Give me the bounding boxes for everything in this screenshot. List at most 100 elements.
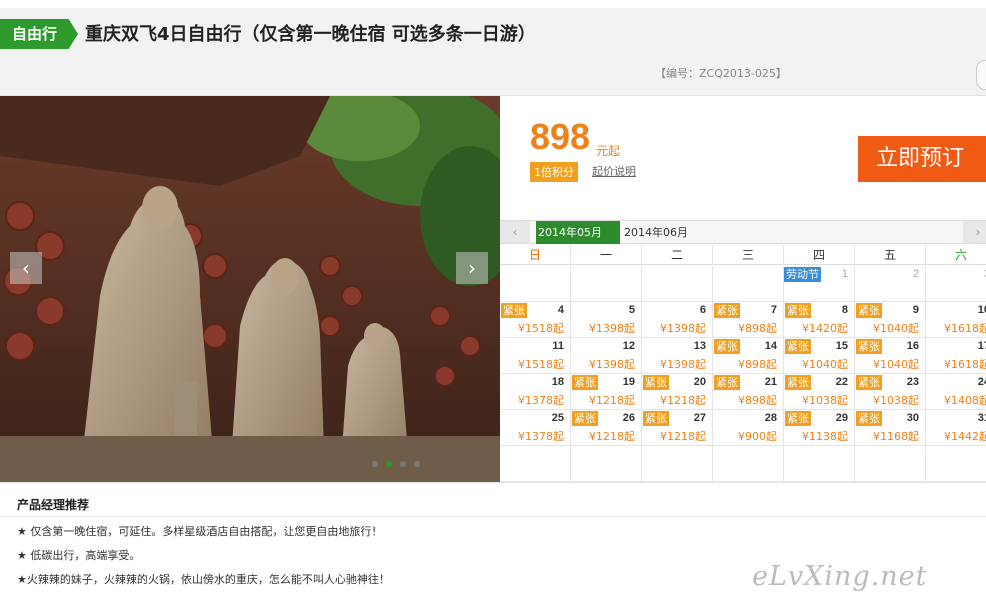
recommend-line: ★火辣辣的妹子，火辣辣的火锅，依山傍水的重庆，怎么能不叫人心驰神往！ — [17, 573, 390, 586]
calendar-day[interactable]: 紧张 19 ¥1218起 — [571, 374, 642, 410]
day-price: ¥898起 — [738, 322, 777, 335]
calendar-day[interactable]: 31 ¥1442起 — [926, 410, 986, 446]
tight-badge: 紧张 — [501, 303, 527, 318]
calendar-day[interactable]: 11 ¥1518起 — [500, 338, 571, 374]
day-number: 7 — [770, 304, 777, 316]
recommend-line: ★ 低碳出行，高端享受。 — [17, 549, 141, 562]
calendar-day[interactable]: 紧张 16 ¥1040起 — [855, 338, 926, 374]
calendar-day — [571, 446, 642, 482]
calendar-day — [713, 266, 784, 302]
calendar-day[interactable]: 紧张 9 ¥1040起 — [855, 302, 926, 338]
day-price: ¥1378起 — [518, 394, 564, 407]
day-price: ¥1398起 — [589, 358, 635, 371]
gallery-dots — [372, 461, 420, 467]
divider — [0, 516, 986, 517]
day-number: 17 — [977, 340, 986, 352]
book-now-button[interactable]: 立即预订 — [858, 136, 986, 182]
calendar-day[interactable]: 紧张 26 ¥1218起 — [571, 410, 642, 446]
calendar-day[interactable]: 24 ¥1408起 — [926, 374, 986, 410]
day-number: 23 — [906, 376, 919, 388]
day-number: 28 — [764, 412, 777, 424]
price-calendar: ‹ 2014年05月 2014年06月 › 日一二三四五六 劳动节123紧张4¥… — [500, 220, 986, 482]
calendar-day[interactable]: 5 ¥1398起 — [571, 302, 642, 338]
holiday-badge: 劳动节 — [784, 267, 821, 282]
points-badge: 1倍积分 — [530, 162, 578, 182]
calendar-day: 2 — [855, 266, 926, 302]
day-number: 14 — [764, 340, 777, 352]
price-note-link[interactable]: 起价说明 — [592, 163, 636, 179]
day-price: ¥1040起 — [873, 322, 919, 335]
day-price: ¥1398起 — [660, 358, 706, 371]
day-price: ¥898起 — [738, 358, 777, 371]
calendar-day[interactable]: 紧张 27 ¥1218起 — [642, 410, 713, 446]
day-price: ¥1420起 — [802, 322, 848, 335]
calendar-day[interactable]: 紧张 22 ¥1038起 — [784, 374, 855, 410]
day-price: ¥900起 — [738, 430, 777, 443]
gallery-prev-button[interactable]: ‹ — [10, 252, 42, 284]
calendar-day[interactable]: 紧张 29 ¥1138起 — [784, 410, 855, 446]
day-price: ¥1038起 — [802, 394, 848, 407]
calendar-day[interactable]: 紧张 30 ¥1168起 — [855, 410, 926, 446]
day-price: ¥1138起 — [802, 430, 848, 443]
weekday-label: 六 — [926, 245, 986, 265]
calendar-day — [642, 446, 713, 482]
calendar-day[interactable]: 13 ¥1398起 — [642, 338, 713, 374]
gallery-dot[interactable] — [372, 461, 378, 467]
calendar-grid: 劳动节123紧张4¥1518起5¥1398起6¥1398起紧张7¥898起紧张8… — [500, 266, 986, 483]
calendar-day[interactable]: 25 ¥1378起 — [500, 410, 571, 446]
weekday-label: 二 — [642, 245, 713, 265]
calendar-day — [500, 446, 571, 482]
tight-badge: 紧张 — [714, 339, 740, 354]
gallery-next-button[interactable]: › — [456, 252, 488, 284]
calendar-day[interactable]: 6 ¥1398起 — [642, 302, 713, 338]
gallery-dot[interactable] — [414, 461, 420, 467]
price-unit: 元起 — [596, 144, 621, 158]
calendar-day[interactable]: 12 ¥1398起 — [571, 338, 642, 374]
tab-month-may[interactable]: 2014年05月 — [536, 221, 620, 244]
calendar-day[interactable]: 紧张 4 ¥1518起 — [500, 302, 571, 338]
day-number: 30 — [906, 412, 919, 424]
calendar-next-icon[interactable]: › — [963, 221, 986, 243]
day-number: 9 — [912, 304, 919, 316]
day-price: ¥1442起 — [944, 430, 986, 443]
gallery-dot[interactable] — [386, 461, 392, 467]
calendar-day[interactable]: 28 ¥900起 — [713, 410, 784, 446]
calendar-day — [642, 266, 713, 302]
day-price: ¥1518起 — [518, 358, 564, 371]
tight-badge: 紧张 — [714, 375, 740, 390]
calendar-day[interactable]: 紧张 20 ¥1218起 — [642, 374, 713, 410]
day-number: 16 — [906, 340, 919, 352]
calendar-day[interactable]: 紧张 8 ¥1420起 — [784, 302, 855, 338]
calendar-day[interactable]: 紧张 23 ¥1038起 — [855, 374, 926, 410]
day-price: ¥1398起 — [589, 322, 635, 335]
calendar-day[interactable]: 紧张 21 ¥898起 — [713, 374, 784, 410]
tight-badge: 紧张 — [785, 303, 811, 318]
day-number: 24 — [977, 376, 986, 388]
day-number: 19 — [622, 376, 635, 388]
calendar-day[interactable]: 10 ¥1618起 — [926, 302, 986, 338]
tight-badge: 紧张 — [643, 375, 669, 390]
calendar-prev-icon[interactable]: ‹ — [500, 221, 530, 243]
scroll-handle[interactable] — [976, 60, 986, 90]
dazu-rock-carvings-photo — [0, 96, 500, 482]
calendar-day[interactable]: 17 ¥1618起 — [926, 338, 986, 374]
tab-month-june[interactable]: 2014年06月 — [622, 221, 688, 244]
day-number: 27 — [693, 412, 706, 424]
calendar-day[interactable]: 紧张 15 ¥1040起 — [784, 338, 855, 374]
calendar-day[interactable]: 紧张 7 ¥898起 — [713, 302, 784, 338]
day-number: 10 — [977, 304, 986, 316]
day-number: 4 — [557, 304, 564, 316]
day-number: 26 — [622, 412, 635, 424]
gallery-dot[interactable] — [400, 461, 406, 467]
day-number: 12 — [622, 340, 635, 352]
day-number: 22 — [835, 376, 848, 388]
weekday-label: 五 — [855, 245, 926, 265]
calendar-day: 3 — [926, 266, 986, 302]
day-price: ¥1218起 — [660, 430, 706, 443]
weekday-label: 三 — [713, 245, 784, 265]
calendar-day: 劳动节 1 — [784, 266, 855, 302]
calendar-day[interactable]: 18 ¥1378起 — [500, 374, 571, 410]
recommend-line: ★ 仅含第一晚住宿，可延住。多样星级酒店自由搭配，让您更自由地旅行！ — [17, 525, 383, 538]
day-number: 13 — [693, 340, 706, 352]
calendar-day[interactable]: 紧张 14 ¥898起 — [713, 338, 784, 374]
